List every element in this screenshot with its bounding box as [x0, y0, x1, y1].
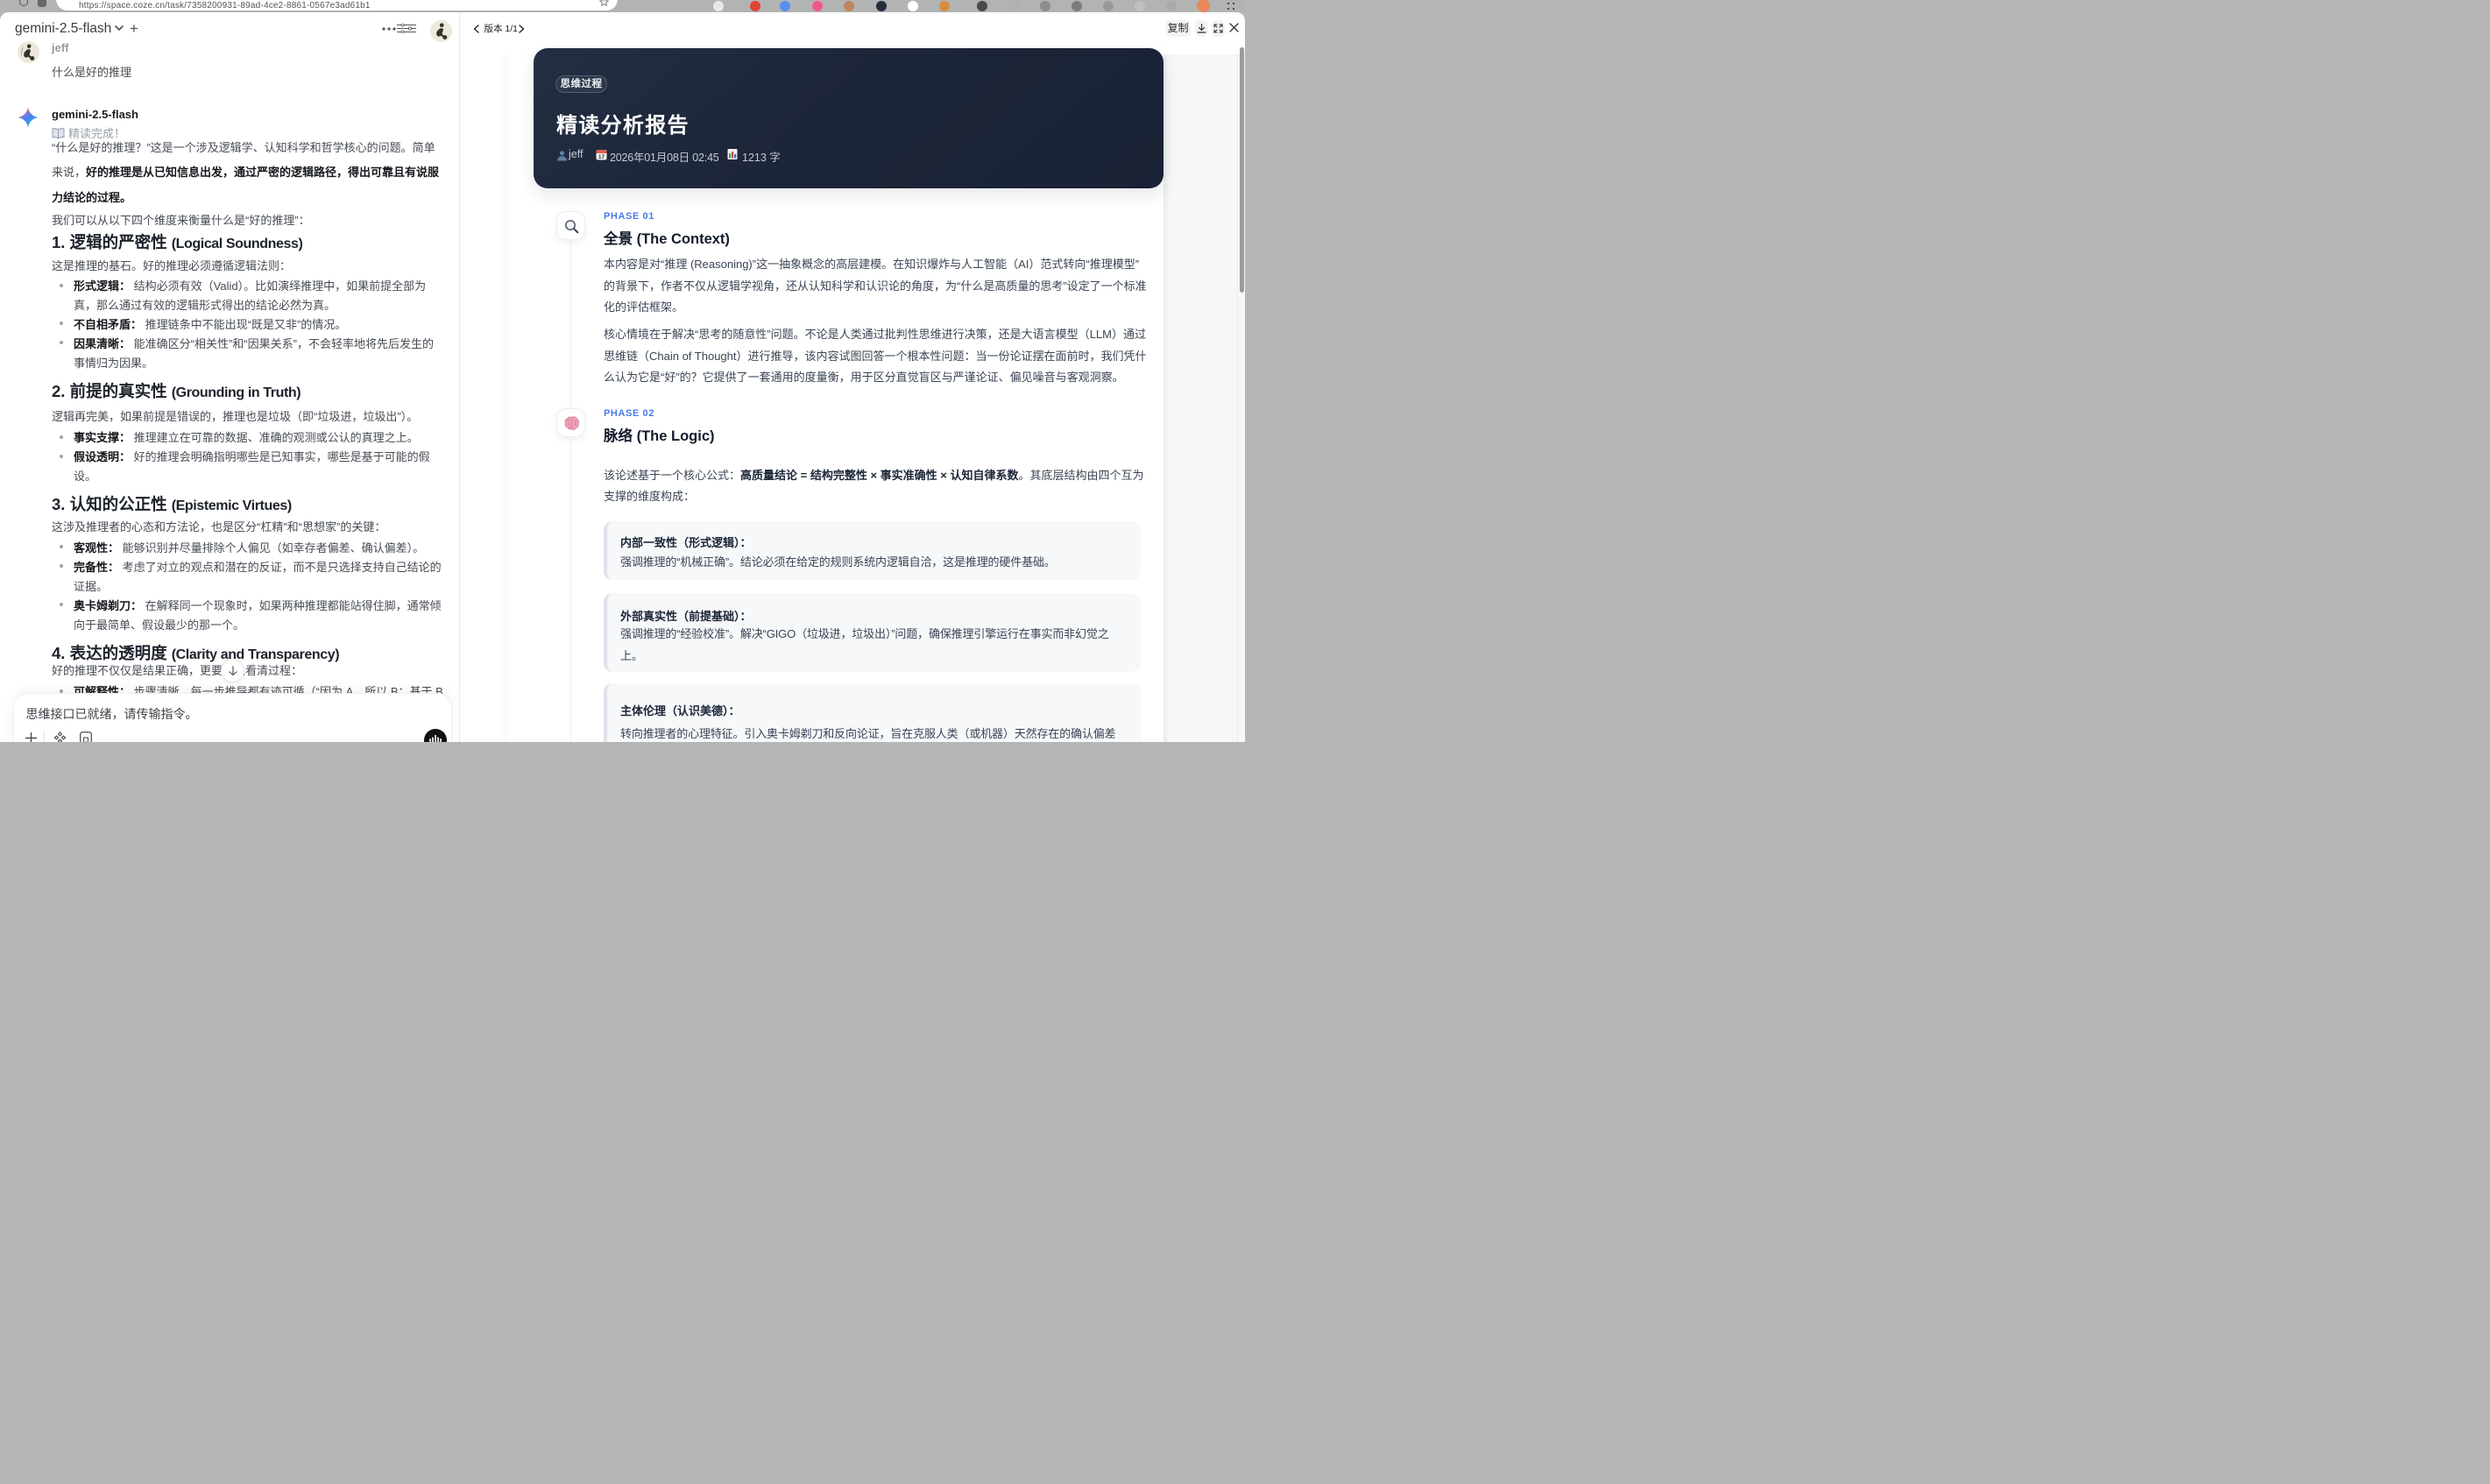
svg-text:17: 17	[598, 154, 605, 160]
